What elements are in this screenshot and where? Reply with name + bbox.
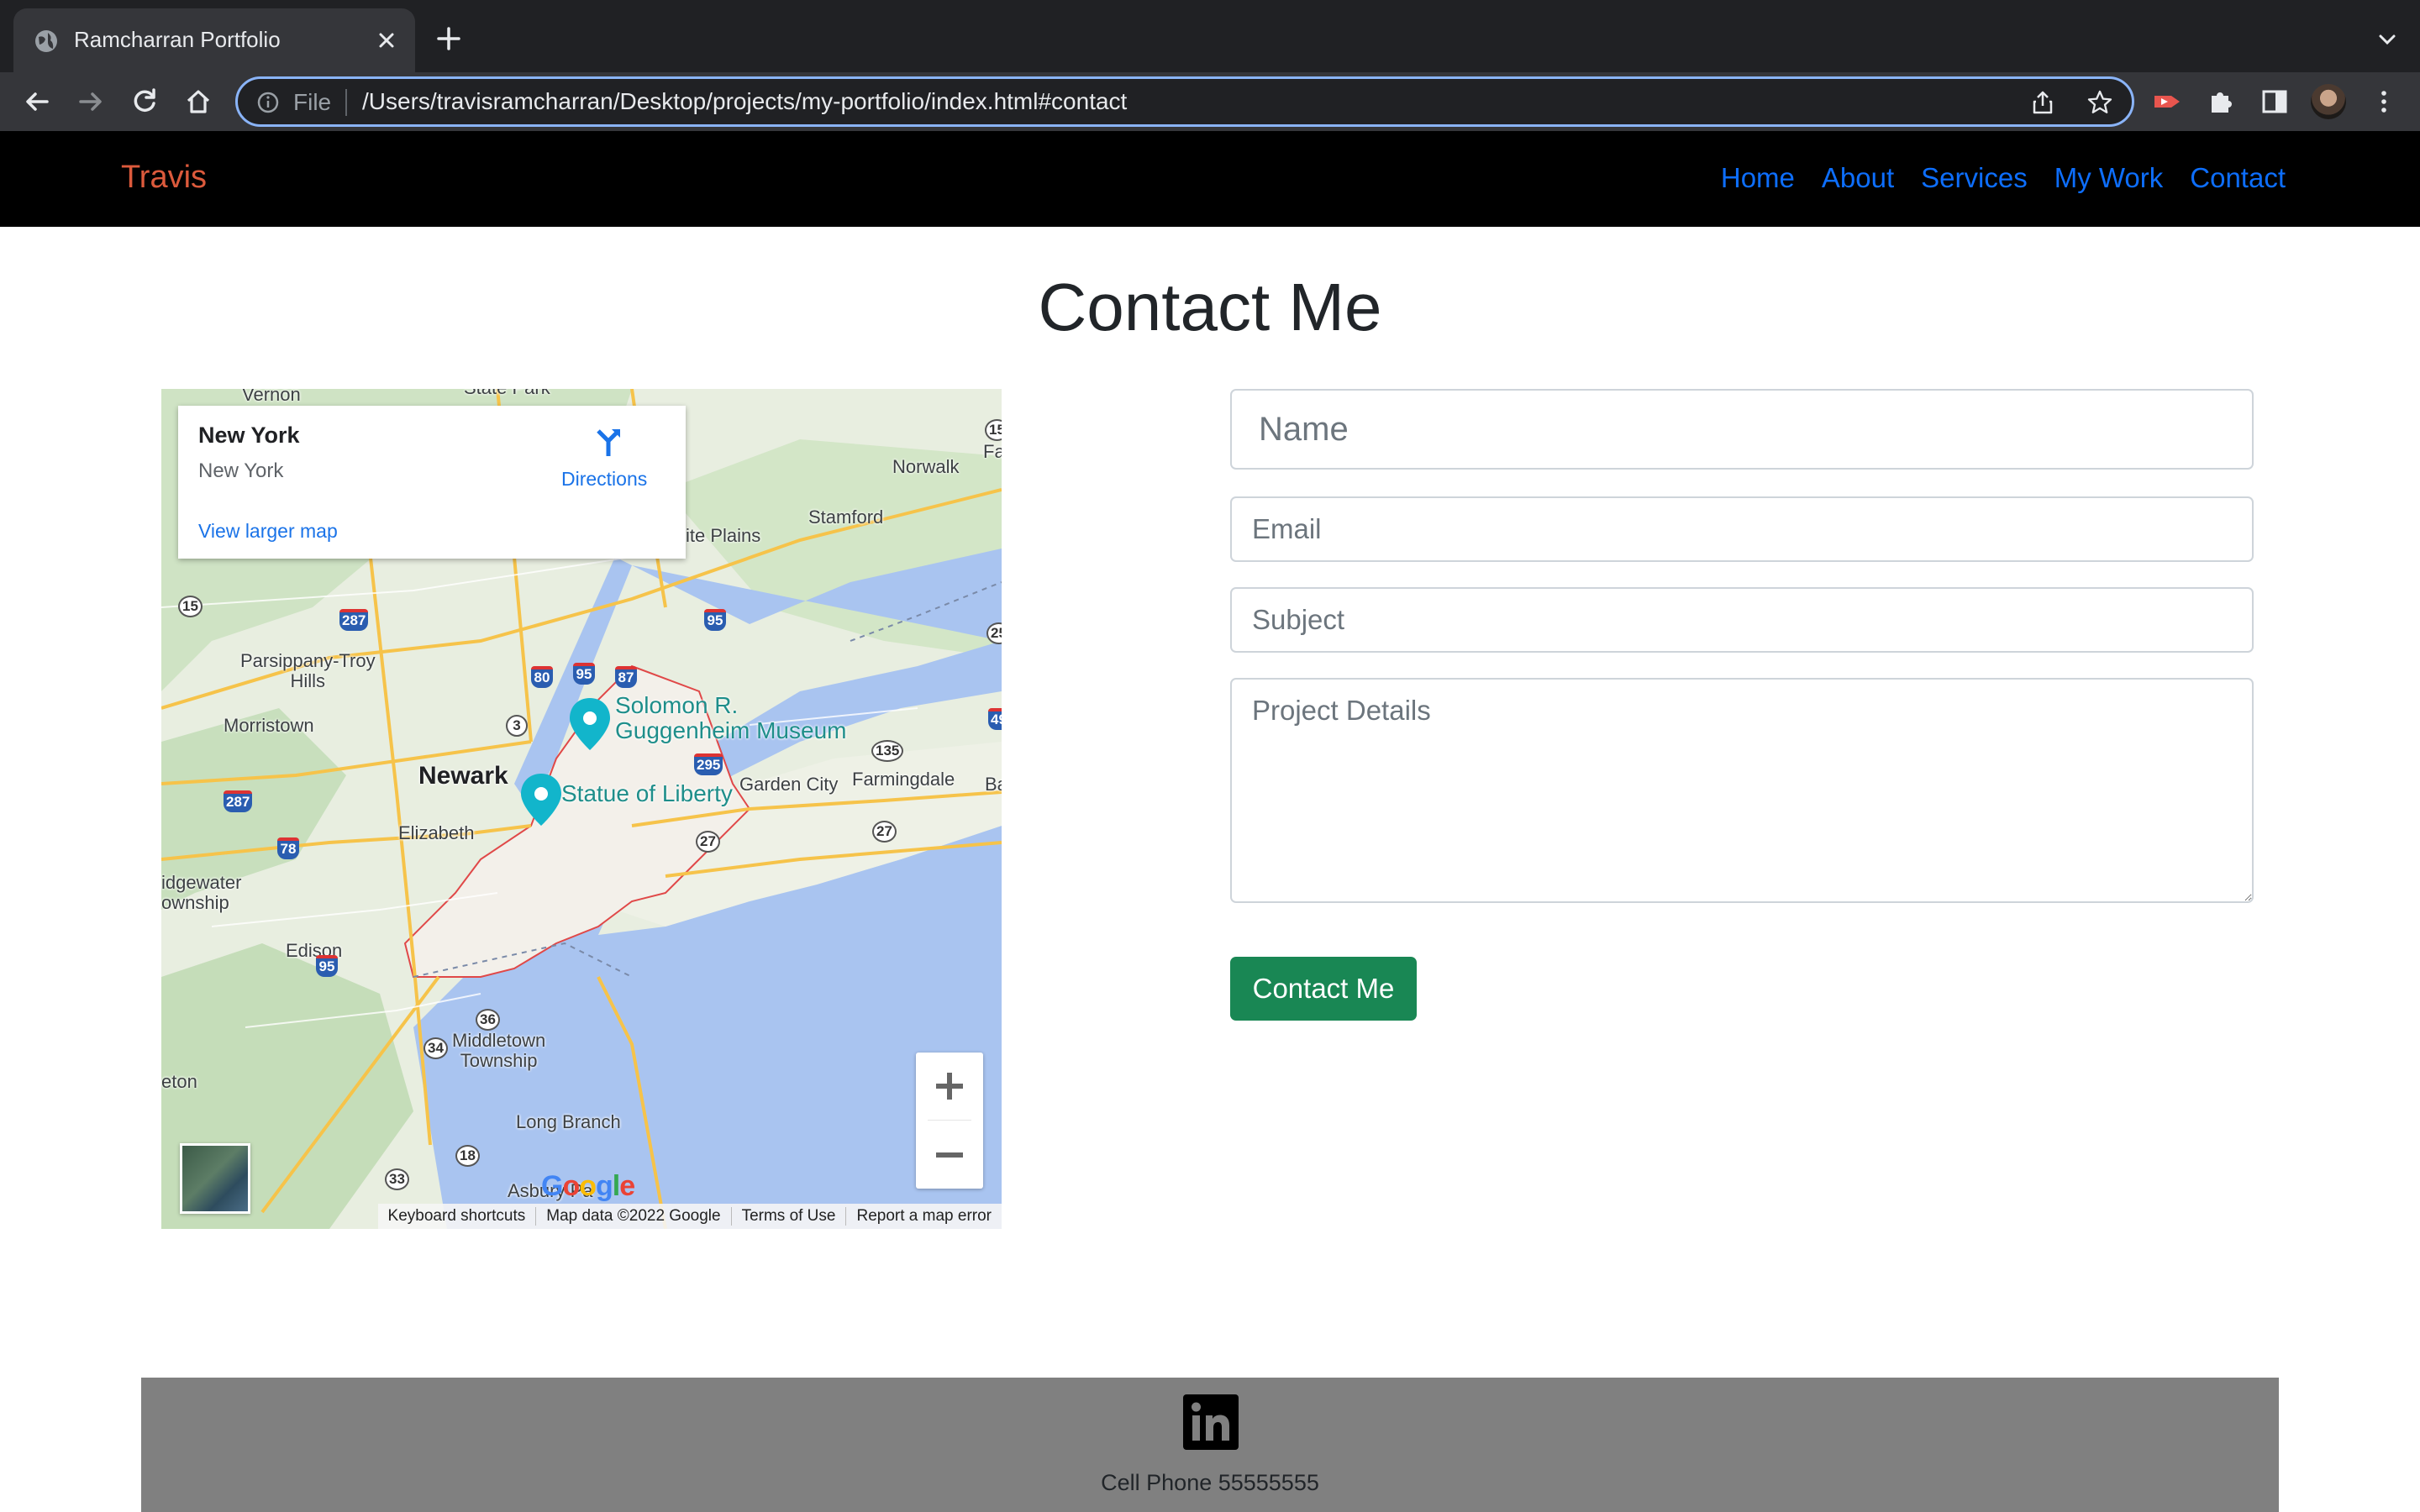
- keyboard-shortcuts-link[interactable]: Keyboard shortcuts: [378, 1207, 536, 1226]
- map-label-fa: Fa: [983, 441, 1002, 462]
- route-shield: 287: [224, 790, 253, 812]
- map-label-bridgewater: idgewater ownship: [161, 872, 242, 913]
- profile-avatar[interactable]: [2311, 84, 2346, 119]
- route-shield: 15: [178, 596, 203, 617]
- name-input[interactable]: [1230, 389, 2254, 470]
- zoom-in-icon[interactable]: [916, 1053, 983, 1120]
- extension-red-icon[interactable]: [2151, 86, 2183, 118]
- directions-icon[interactable]: [592, 426, 625, 459]
- map-attribution-bar: Keyboard shortcuts Map data ©2022 Google…: [377, 1204, 1002, 1229]
- map-label-farmingdale: Farmingdale: [852, 769, 955, 790]
- route-shield: 18: [455, 1145, 480, 1167]
- browser-toolbar: File /Users/travisramcharran/Desktop/pro…: [0, 72, 2420, 131]
- url-text[interactable]: /Users/travisramcharran/Desktop/projects…: [362, 88, 1127, 115]
- place-name: New York: [198, 423, 300, 448]
- map-label-long-branch: Long Branch: [516, 1111, 621, 1132]
- map-label-statue-of-liberty: Statue of Liberty: [561, 780, 733, 806]
- map-label-guggenheim: Solomon R. Guggenheim Museum: [615, 692, 847, 743]
- site-navbar: Travis Home About Services My Work Conta…: [0, 131, 2420, 227]
- tab-title: Ramcharran Portfolio: [74, 27, 281, 52]
- map-label-parsippany: Parsippany-Troy Hills: [240, 650, 376, 691]
- nav-links: Home About Services My Work Contact: [1721, 162, 2286, 194]
- report-map-error-link[interactable]: Report a map error: [845, 1207, 1002, 1226]
- share-icon[interactable]: [2029, 89, 2056, 116]
- browser-tab-strip: Ramcharran Portfolio: [0, 0, 2420, 72]
- chevron-down-icon[interactable]: [2373, 25, 2402, 54]
- directions-link[interactable]: Directions: [561, 468, 647, 491]
- browser-tab[interactable]: Ramcharran Portfolio: [13, 8, 415, 72]
- map-data-label: Map data ©2022 Google: [535, 1207, 730, 1226]
- route-shield: 3: [506, 715, 528, 737]
- site-footer: Cell Phone 55555555: [141, 1378, 2279, 1512]
- route-shield: 87: [615, 666, 637, 688]
- route-shield: 27: [696, 831, 720, 853]
- map-label-morristown: Morristown: [224, 715, 314, 736]
- close-tab-icon[interactable]: [370, 24, 403, 57]
- route-shield: 78: [277, 837, 299, 859]
- contact-heading: Contact Me: [1038, 270, 1382, 344]
- puzzle-extensions-icon[interactable]: [2205, 86, 2237, 118]
- route-shield: 36: [476, 1009, 500, 1031]
- star-icon[interactable]: [2086, 89, 2113, 116]
- route-shield: 80: [531, 666, 553, 688]
- forward-arrow-icon[interactable]: [74, 85, 108, 118]
- google-logo: Google: [541, 1170, 635, 1202]
- map-label-white-plains: ite Plains: [686, 525, 761, 546]
- route-shield: 95: [316, 955, 338, 977]
- nav-link-my-work[interactable]: My Work: [2054, 162, 2164, 194]
- map-label-norwalk: Norwalk: [892, 456, 960, 477]
- route-shield: 495: [988, 708, 1002, 730]
- route-shield: 27: [872, 821, 897, 843]
- cell-phone-text: Cell Phone 55555555: [1101, 1470, 1319, 1495]
- satellite-toggle[interactable]: [180, 1143, 250, 1214]
- map-zoom-control: [916, 1053, 983, 1189]
- menu-dots-icon[interactable]: [2368, 86, 2400, 118]
- place-address: New York: [198, 459, 284, 482]
- linkedin-icon[interactable]: [1183, 1394, 1239, 1450]
- project-details-textarea[interactable]: [1230, 678, 2254, 903]
- new-tab-icon[interactable]: [432, 22, 466, 55]
- subject-input[interactable]: [1230, 587, 2254, 653]
- nav-link-contact[interactable]: Contact: [2190, 162, 2286, 194]
- globe-icon: [35, 30, 57, 52]
- route-shield: 95: [573, 663, 595, 685]
- url-scheme-label: File: [293, 89, 332, 115]
- brand-logo-link[interactable]: Travis: [121, 160, 207, 196]
- email-input[interactable]: [1230, 496, 2254, 562]
- nav-link-home[interactable]: Home: [1721, 162, 1795, 194]
- terms-of-use-link[interactable]: Terms of Use: [730, 1207, 846, 1226]
- contact-me-button[interactable]: Contact Me: [1230, 957, 1417, 1021]
- zoom-out-icon[interactable]: [916, 1121, 983, 1189]
- side-panel-icon[interactable]: [2259, 86, 2291, 118]
- address-bar[interactable]: File /Users/travisramcharran/Desktop/pro…: [235, 76, 2134, 127]
- map-label-stamford: Stamford: [808, 507, 884, 528]
- map-label-garden-city: Garden City: [739, 774, 839, 795]
- home-icon[interactable]: [182, 85, 215, 118]
- reload-icon[interactable]: [128, 85, 161, 118]
- route-shield: 95: [704, 609, 726, 631]
- map-label-middletown: Middletown Township: [452, 1030, 546, 1071]
- route-shield: 135: [871, 740, 904, 762]
- map-place-card: New York New York View larger map Direct…: [178, 406, 686, 559]
- url-separator: [345, 89, 347, 116]
- info-icon[interactable]: [256, 91, 280, 114]
- nav-link-about[interactable]: About: [1822, 162, 1894, 194]
- map-label-elizabeth: Elizabeth: [398, 822, 475, 843]
- back-arrow-icon[interactable]: [20, 85, 54, 118]
- view-larger-map-link[interactable]: View larger map: [198, 520, 338, 543]
- map-label-princeton: eton: [161, 1071, 197, 1092]
- nav-link-services[interactable]: Services: [1921, 162, 2028, 194]
- map-label-newark: Newark: [418, 762, 508, 790]
- zoom-divider: [928, 1120, 971, 1121]
- map-label-ba: Ba: [985, 774, 1002, 795]
- route-shield: 287: [339, 609, 369, 631]
- route-shield: 295: [694, 753, 723, 775]
- map-label-state-park: State Park: [464, 389, 550, 399]
- google-map-embed[interactable]: Vernon State Park Norwalk Stamford ite P…: [161, 389, 1002, 1229]
- map-label-vernon: Vernon: [242, 389, 301, 405]
- route-shield: 33: [385, 1168, 409, 1190]
- route-shield: 34: [424, 1037, 448, 1059]
